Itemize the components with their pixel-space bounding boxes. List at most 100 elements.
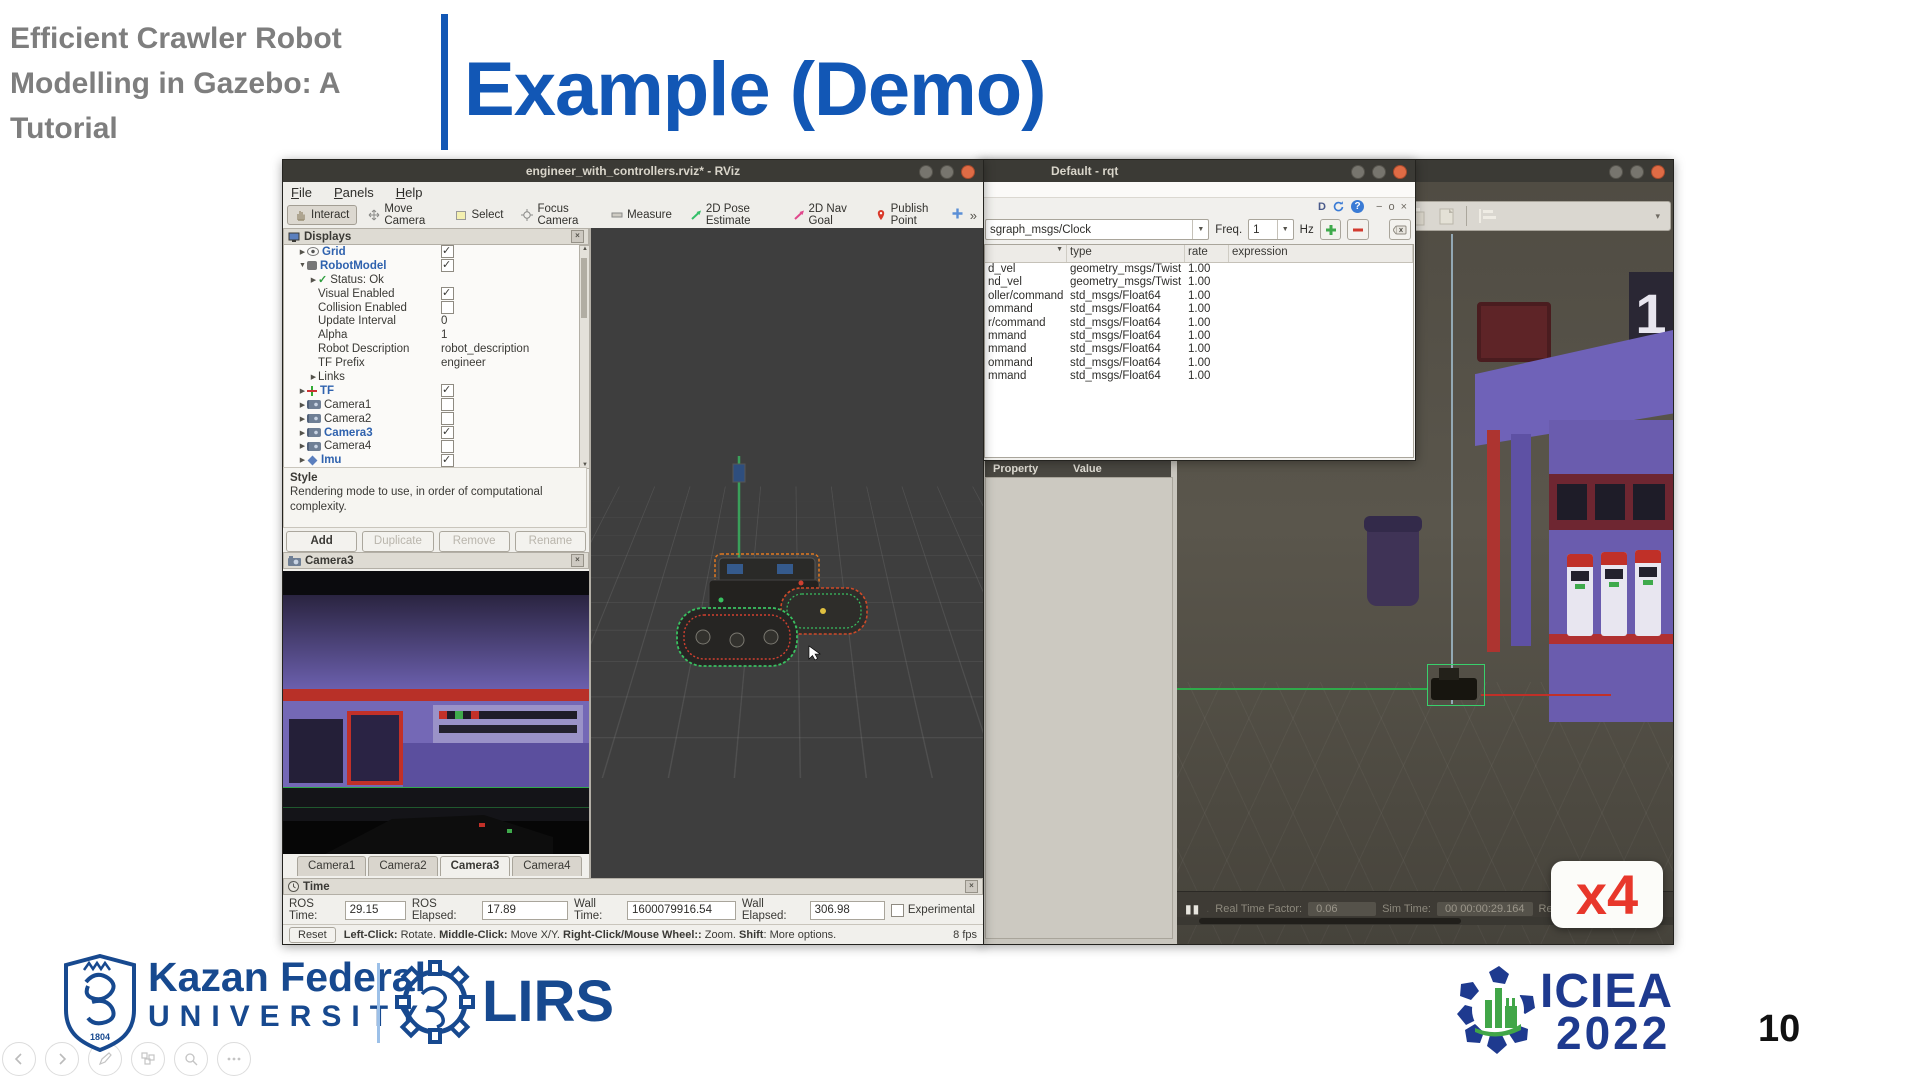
toolbar-overflow-arrow[interactable]: ▾ (1655, 211, 1660, 222)
experimental-checkbox[interactable] (891, 904, 904, 917)
checkbox-camera4[interactable] (441, 440, 454, 453)
tree-item-camera2[interactable]: ▶Camera2 (284, 412, 580, 426)
tree-item-camera4[interactable]: ▶Camera4 (284, 439, 580, 453)
tree-item-robot-description[interactable]: Robot Descriptionrobot_description (284, 342, 580, 356)
topic-type-combo[interactable]: sgraph_msgs/Clock ▼ (985, 219, 1209, 240)
topic-column-header[interactable]: ▼ (985, 245, 1067, 262)
freq-combo[interactable]: 1 ▼ (1248, 219, 1294, 240)
type-column-header[interactable]: type (1067, 245, 1185, 262)
tree-item-alpha[interactable]: Alpha1 (284, 328, 580, 342)
checkbox-camera1[interactable] (441, 398, 454, 411)
checkbox-visual-enabled[interactable] (441, 287, 454, 300)
minimize-button[interactable] (919, 165, 933, 179)
toolbar-overflow-icon[interactable]: » (970, 208, 977, 223)
property-column-header[interactable]: Property (985, 463, 1073, 475)
menu-panels[interactable]: Panels (334, 185, 374, 200)
menu-help[interactable]: Help (396, 185, 423, 200)
add-topic-button[interactable] (1320, 219, 1342, 240)
tree-item-camera1[interactable]: ▶Camera1 (284, 398, 580, 412)
tree-item-visual-enabled[interactable]: Visual Enabled (284, 287, 580, 301)
topic-row[interactable]: r/commandstd_msgs/Float641.00 (985, 317, 1413, 330)
value-column-header[interactable]: Value (1073, 463, 1102, 475)
tool-publish-point[interactable]: Publish Point (868, 200, 947, 230)
tool-focus-camera[interactable]: Focus Camera (514, 200, 600, 230)
topic-row[interactable]: ommandstd_msgs/Float641.00 (985, 303, 1413, 316)
add-tool-button[interactable] (951, 207, 964, 223)
close-button[interactable] (961, 165, 975, 179)
close-button[interactable] (1651, 165, 1665, 179)
gazebo-property-tree[interactable] (985, 477, 1173, 939)
minimize-plugin-icon[interactable]: − (1376, 201, 1382, 213)
tool-2d-pose-estimate[interactable]: 2D Pose Estimate (683, 200, 782, 230)
tree-item-status-ok[interactable]: ▶✓Status: Ok (284, 273, 580, 287)
camera-panel-header[interactable]: Camera3 × (283, 552, 589, 569)
tree-item-update-interval[interactable]: Update Interval0 (284, 314, 580, 328)
rviz-3d-view[interactable] (591, 228, 983, 878)
minimize-button[interactable] (1351, 165, 1365, 179)
remove-button[interactable]: Remove (439, 531, 510, 552)
checkbox-camera2[interactable] (441, 412, 454, 425)
tool-measure[interactable]: Measure (604, 206, 679, 224)
checkbox-grid[interactable] (441, 245, 454, 258)
rate-column-header[interactable]: rate (1185, 245, 1229, 262)
tree-item-tf[interactable]: ▶TF (284, 384, 580, 398)
time-field-value-2[interactable]: 1600079916.54 (627, 901, 736, 920)
checkbox-tf[interactable] (441, 384, 454, 397)
tab-camera3[interactable]: Camera3 (440, 856, 511, 876)
tab-camera2[interactable]: Camera2 (368, 856, 437, 876)
tree-item-collision-enabled[interactable]: Collision Enabled (284, 301, 580, 315)
value-alpha[interactable]: 1 (441, 329, 447, 341)
duplicate-button[interactable]: Duplicate (362, 531, 433, 552)
tree-item-links[interactable]: ▶Links (284, 370, 580, 384)
topic-row[interactable]: d_velgeometry_msgs/Twist1.00 (985, 263, 1413, 276)
tree-item-imu[interactable]: ▶Imu (284, 453, 580, 467)
topic-row[interactable]: mmandstd_msgs/Float641.00 (985, 330, 1413, 343)
menu-file[interactable]: File (291, 185, 312, 200)
close-plugin-icon[interactable]: × (1401, 201, 1407, 213)
float-plugin-icon[interactable]: o (1388, 201, 1394, 213)
remove-topic-button[interactable] (1347, 219, 1369, 240)
align-tool-icon[interactable] (1477, 206, 1499, 226)
tool-2d-nav-goal[interactable]: 2D Nav Goal (786, 200, 864, 230)
rename-button[interactable]: Rename (515, 531, 586, 552)
clear-button[interactable] (1389, 219, 1411, 240)
tab-camera4[interactable]: Camera4 (512, 856, 581, 876)
refresh-icon[interactable] (1332, 200, 1345, 213)
checkbox-imu[interactable] (441, 454, 454, 467)
rviz-titlebar[interactable]: engineer_with_controllers.rviz* - RViz (283, 160, 983, 182)
time-panel-header[interactable]: Time × (283, 878, 983, 895)
displays-panel-header[interactable]: Displays × (283, 228, 589, 245)
maximize-button[interactable] (1630, 165, 1644, 179)
tree-item-grid[interactable]: ▶Grid (284, 245, 580, 259)
value-update-interval[interactable]: 0 (441, 315, 447, 327)
time-field-value-3[interactable]: 306.98 (810, 901, 885, 920)
zoom-button[interactable] (174, 1042, 208, 1076)
tree-item-tf-prefix[interactable]: TF Prefixengineer (284, 356, 580, 370)
checkbox-collision-enabled[interactable] (441, 301, 454, 314)
rqt-titlebar[interactable]: Default - rqt (981, 160, 1415, 182)
close-icon[interactable]: × (965, 880, 978, 893)
maximize-button[interactable] (1372, 165, 1386, 179)
topic-row[interactable]: ommandstd_msgs/Float641.00 (985, 357, 1413, 370)
help-icon[interactable]: ? (1351, 200, 1364, 213)
checkbox-camera3[interactable] (441, 426, 454, 439)
crawler-robot[interactable] (1431, 678, 1477, 700)
expression-column-header[interactable]: expression (1229, 245, 1413, 262)
minimize-button[interactable] (1609, 165, 1623, 179)
tree-item-camera3[interactable]: ▶Camera3 (284, 426, 580, 440)
tool-interact[interactable]: Interact (287, 205, 357, 225)
time-field-value-1[interactable]: 17.89 (482, 901, 568, 920)
more-options-button[interactable] (217, 1042, 251, 1076)
maximize-button[interactable] (940, 165, 954, 179)
close-icon[interactable]: × (571, 230, 584, 243)
tree-item-robotmodel[interactable]: ▼RobotModel (284, 259, 580, 273)
value-tf-prefix[interactable]: engineer (441, 357, 486, 369)
paste-icon[interactable] (1436, 206, 1456, 226)
value-robot-description[interactable]: robot_description (441, 343, 529, 355)
add-button[interactable]: Add (286, 531, 357, 552)
pause-button[interactable]: ▮▮ (1185, 902, 1200, 916)
previous-slide-button[interactable] (2, 1042, 36, 1076)
topic-row[interactable]: mmandstd_msgs/Float641.00 (985, 343, 1413, 356)
dock-icon[interactable]: D (1318, 201, 1326, 213)
topic-row[interactable]: nd_velgeometry_msgs/Twist1.00 (985, 276, 1413, 289)
